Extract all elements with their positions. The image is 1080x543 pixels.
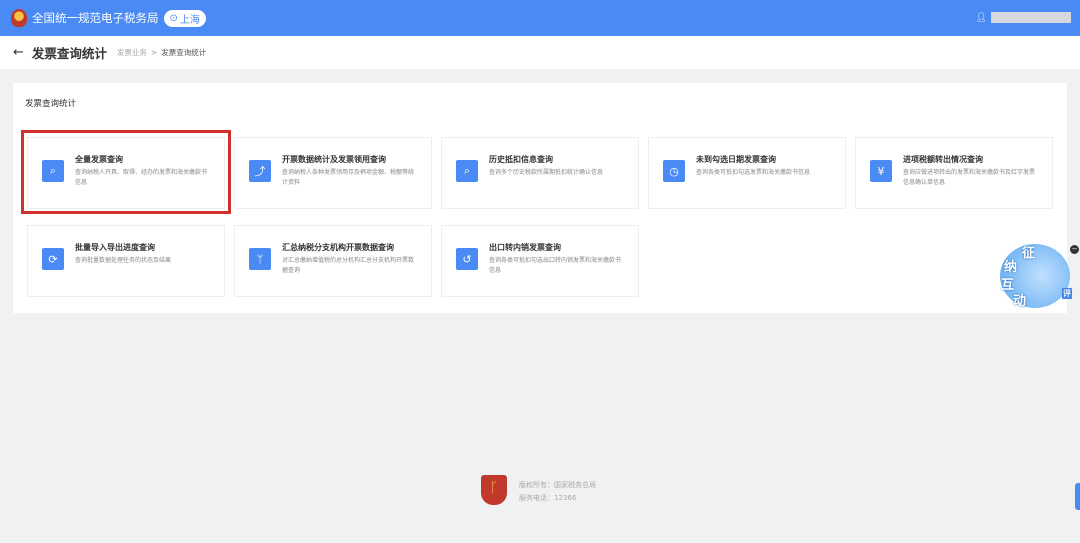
location-pin-icon: ⊙ <box>169 12 178 24</box>
user-name-redacted <box>991 12 1071 23</box>
back-arrow-icon[interactable]: ← <box>13 45 24 60</box>
page-title: 发票查询统计 <box>31 46 107 61</box>
app-title: 全国统一规范电子税务局 <box>32 11 159 25</box>
highlight-box <box>21 130 231 214</box>
query-card[interactable]: ⌕ 历史抵扣信息查询查询多个历史税款所属期抵扣统计确认信息 <box>441 137 639 209</box>
card-description: 查询各类可抵扣勾选出口转内销发票和海关缴款书信息 <box>489 257 622 274</box>
top-header: 全国统一规范电子税务局 ⊙ 上海 👤︎ <box>0 0 1080 36</box>
card-description: 对汇总缴纳增值税的总分机构汇总分支机构开票数据查询 <box>282 257 415 274</box>
region-label: 上海 <box>179 14 200 26</box>
card-title: 汇总纳税分支机构开票数据查询 <box>282 243 394 252</box>
query-card[interactable]: ¥ 进项税额转出情况查询查询应做进项转出的发票和海关缴款书及红字发票信息确认单信息 <box>855 137 1053 209</box>
card-icon: ⤴ <box>249 160 271 182</box>
copyright-text: 版权所有：国家税务总局 <box>519 481 596 489</box>
user-icon: 👤︎ <box>975 12 987 23</box>
query-card[interactable]: ⟳ 批量导入导出进度查询查询批量数据处理任务的状态及结果 <box>27 225 225 297</box>
assistant-char: 征 <box>1022 246 1036 261</box>
breadcrumb-current: 发票查询统计 <box>161 48 207 57</box>
card-title: 进项税额转出情况查询 <box>903 155 983 164</box>
assistant-char: 纳 <box>1004 260 1018 275</box>
card-description: 查询纳税人各种发票领用存及柄项金额、税额等统计资料 <box>282 169 415 186</box>
region-selector[interactable]: ⊙ 上海 <box>163 9 206 27</box>
tax-emblem-logo <box>11 9 27 27</box>
card-description: 查询多个历史税款所属期抵扣统计确认信息 <box>489 169 604 176</box>
rate-badge[interactable]: 评 <box>1062 288 1072 299</box>
minimize-assistant-button[interactable]: − <box>1070 245 1079 254</box>
side-feedback-tab[interactable] <box>1075 483 1080 510</box>
breadcrumb-invoice-business[interactable]: 发票业务 <box>117 47 147 58</box>
card-description: 查询应做进项转出的发票和海关缴款书及红字发票信息确认单信息 <box>903 169 1036 186</box>
card-icon: ᛘ <box>249 248 271 270</box>
card-title: 批量导入导出进度查询 <box>75 243 155 252</box>
panel-title: 发票查询统计 <box>25 99 77 109</box>
assistant-char: 动 <box>1013 294 1027 309</box>
card-title: 出口转内销发票查询 <box>489 243 561 252</box>
breadcrumb-separator: > <box>150 48 158 57</box>
card-icon: ↺ <box>456 248 478 270</box>
card-description: 查询各类可抵扣勾选发票和海关缴款书信息 <box>696 169 811 176</box>
query-card[interactable]: ᛘ 汇总纳税分支机构开票数据查询对汇总缴纳增值税的总分机构汇总分支机构开票数据查询 <box>234 225 432 297</box>
card-description: 查询批量数据处理任务的状态及结果 <box>75 257 172 264</box>
card-icon: ⌕ <box>456 160 478 182</box>
card-icon: ⟳ <box>42 248 64 270</box>
card-title: 开票数据统计及发票领用查询 <box>282 155 386 164</box>
card-icon: ◷ <box>663 160 685 182</box>
card-title: 历史抵扣信息查询 <box>489 155 553 164</box>
card-title: 未到勾选日期发票查询 <box>696 155 776 164</box>
query-card[interactable]: ↺ 出口转内销发票查询查询各类可抵扣勾选出口转内销发票和海关缴款书信息 <box>441 225 639 297</box>
assistant-widget[interactable]: 征 纳 互 动 评 <box>1000 244 1072 309</box>
card-icon: ¥ <box>870 160 892 182</box>
service-phone: 服务电话：12366 <box>519 494 577 502</box>
user-menu[interactable]: 👤︎ <box>976 12 1071 23</box>
breadcrumb-bar: ← 发票查询统计 发票业务 > 发票查询统计 <box>0 36 1080 69</box>
query-card[interactable]: ⤴ 开票数据统计及发票领用查询查询纳税人各种发票领用存及柄项金额、税额等统计资料 <box>234 137 432 209</box>
tax-bureau-logo: ᚴ <box>481 475 507 505</box>
query-card[interactable]: ◷ 未到勾选日期发票查询查询各类可抵扣勾选发票和海关缴款书信息 <box>648 137 846 209</box>
